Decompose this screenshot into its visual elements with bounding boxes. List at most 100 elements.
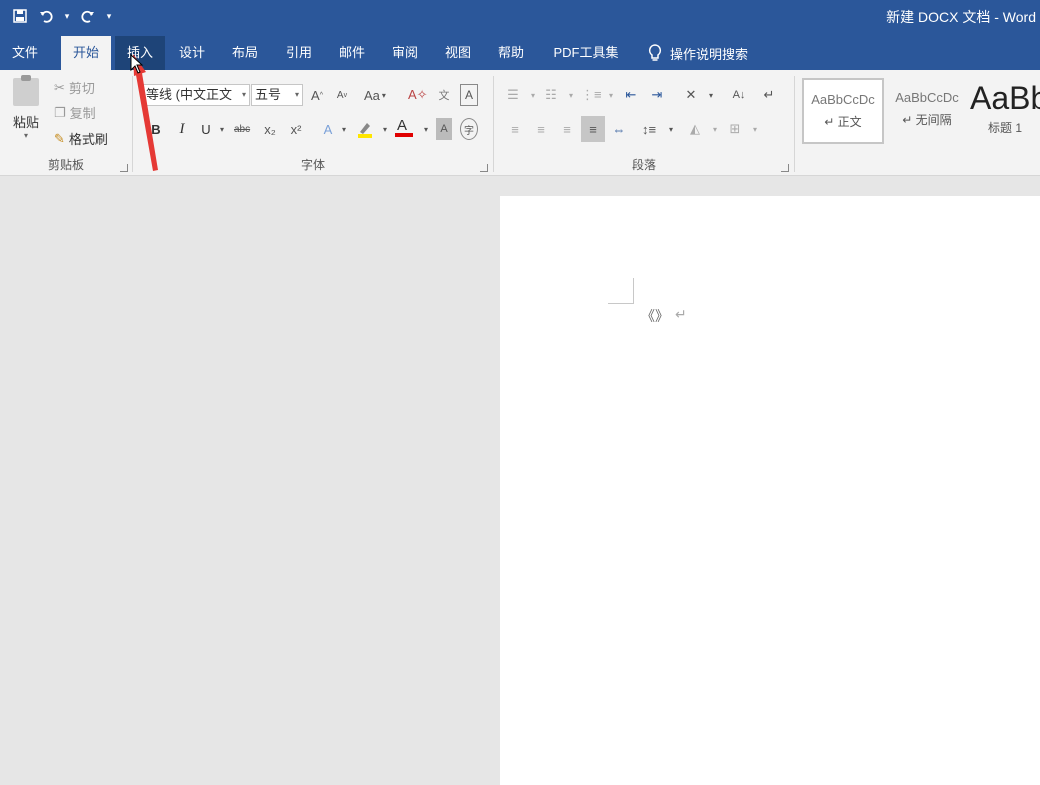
shading-icon[interactable]: ◭ — [687, 118, 703, 140]
line-spacing-dropdown-icon[interactable]: ▾ — [663, 118, 679, 140]
format-painter-button[interactable]: ✎ 格式刷 — [54, 129, 108, 148]
document-text[interactable]: 《》 ↵ — [641, 306, 687, 326]
style-sample: AaBb — [970, 80, 1040, 116]
undo-dropdown-icon[interactable]: ▾ — [62, 6, 72, 26]
borders-dropdown-icon[interactable]: ▾ — [747, 118, 763, 140]
phonetic-guide-icon[interactable]: 文 — [436, 84, 452, 106]
quick-access-toolbar: ▾ ▾ — [10, 6, 114, 26]
character-shading-icon[interactable]: A — [436, 118, 452, 140]
tab-review[interactable]: 审阅 — [381, 36, 429, 70]
font-size-combobox[interactable]: 五号 ▾ — [251, 84, 303, 106]
tab-pdf-tools[interactable]: PDF工具集 — [543, 36, 629, 70]
numbering-icon[interactable]: ☷ — [543, 84, 559, 106]
paragraph-launcher-icon[interactable] — [781, 164, 789, 172]
shrink-font-button[interactable]: Av — [334, 84, 350, 106]
sort-icon[interactable]: A↓ — [731, 84, 747, 106]
group-divider — [794, 76, 795, 172]
customize-qat-icon[interactable]: ▾ — [104, 6, 114, 26]
highlight-dropdown-icon[interactable]: ▾ — [377, 118, 393, 140]
font-color-dropdown-icon[interactable]: ▾ — [418, 118, 434, 140]
tab-file[interactable]: 文件 — [0, 36, 50, 70]
chinese-layout-dropdown-icon[interactable]: ▾ — [703, 84, 719, 106]
paste-button[interactable]: 粘贴 ▾ — [8, 75, 44, 140]
title-bar: ▾ ▾ 新建 DOCX 文档 - Word — [0, 0, 1040, 33]
font-size-value: 五号 — [255, 87, 282, 102]
numbering-dropdown-icon[interactable]: ▾ — [563, 84, 579, 106]
tab-references[interactable]: 引用 — [275, 36, 323, 70]
clear-formatting-icon[interactable]: A✧ — [408, 84, 428, 106]
character-border-icon[interactable]: A — [460, 84, 478, 106]
undo-icon[interactable] — [36, 6, 56, 26]
tab-design[interactable]: 设计 — [168, 36, 216, 70]
multilevel-list-icon[interactable]: ⋮≡ — [581, 84, 602, 106]
underline-button[interactable]: U — [198, 118, 214, 140]
clipboard-group: 粘贴 ▾ ✂ 剪切 ❐ 复制 ✎ 格式刷 剪贴板 — [0, 70, 132, 176]
tab-home[interactable]: 开始 — [61, 36, 111, 70]
scissors-icon: ✂ — [54, 79, 65, 95]
style-sample: AaBbCcDc — [895, 90, 959, 105]
tab-layout[interactable]: 布局 — [221, 36, 269, 70]
style-normal[interactable]: AaBbCcDc ↵ 正文 — [802, 78, 884, 144]
borders-icon[interactable]: ⊞ — [727, 118, 743, 140]
italic-button[interactable]: I — [174, 118, 190, 140]
highlight-color-icon[interactable] — [356, 118, 374, 140]
svg-text:A: A — [397, 117, 407, 134]
text-effects-icon[interactable]: A — [320, 118, 336, 140]
paste-label: 粘贴 — [12, 115, 39, 130]
text-effects-dropdown-icon[interactable]: ▾ — [336, 118, 352, 140]
clipboard-group-label: 剪贴板 — [47, 158, 84, 172]
superscript-button[interactable]: x² — [288, 118, 304, 140]
change-case-label: Aa — [364, 87, 380, 103]
paragraph-group-label: 段落 — [631, 158, 656, 172]
font-launcher-icon[interactable] — [480, 164, 488, 172]
document-page[interactable]: 《》 ↵ — [500, 196, 1040, 785]
tell-me-label: 操作说明搜索 — [670, 46, 749, 62]
style-heading-1[interactable]: AaBb 标题 1 — [970, 78, 1040, 144]
grow-font-button[interactable]: A ^ — [309, 84, 325, 106]
tell-me-search[interactable]: 操作说明搜索 — [648, 36, 748, 70]
multilevel-dropdown-icon[interactable]: ▾ — [603, 84, 619, 106]
bullets-dropdown-icon[interactable]: ▾ — [525, 84, 541, 106]
redo-icon[interactable] — [78, 6, 98, 26]
increase-indent-icon[interactable]: ⇥ — [649, 84, 665, 106]
font-color-icon[interactable]: A — [394, 116, 414, 138]
shading-dropdown-icon[interactable]: ▾ — [707, 118, 723, 140]
paragraph-group: ☰ ▾ ☷ ▾ ⋮≡ ▾ ⇤ ⇥ ✕ ▾ A↓ ↵ ≡ ≡ ≡ ≡ ⇔ ↕≡ ▾… — [495, 70, 793, 176]
decrease-indent-icon[interactable]: ⇤ — [623, 84, 639, 106]
underline-dropdown-icon[interactable]: ▾ — [214, 118, 230, 140]
line-spacing-icon[interactable]: ↕≡ — [641, 118, 657, 140]
change-case-button[interactable]: Aa ▾ — [364, 84, 386, 106]
align-right-icon[interactable]: ≡ — [559, 118, 575, 140]
justify-icon[interactable]: ≡ — [581, 116, 605, 142]
chinese-layout-icon[interactable]: ✕ — [683, 84, 699, 106]
lightbulb-icon — [648, 44, 662, 61]
tab-view[interactable]: 视图 — [434, 36, 482, 70]
copy-button[interactable]: ❐ 复制 — [54, 103, 96, 122]
subscript-button[interactable]: x₂ — [262, 118, 278, 140]
strikethrough-button[interactable]: abc — [234, 118, 250, 140]
clipboard-launcher-icon[interactable] — [120, 164, 128, 172]
save-icon[interactable] — [10, 6, 30, 26]
enclose-characters-icon[interactable]: 字 — [460, 118, 478, 140]
align-left-icon[interactable]: ≡ — [507, 118, 523, 140]
style-name: ↵ 正文 — [824, 115, 862, 129]
paragraph-mark: ↵ — [675, 306, 687, 322]
document-area[interactable]: 《》 ↵ — [0, 177, 1040, 785]
tab-mailings[interactable]: 邮件 — [328, 36, 376, 70]
chevron-down-icon: ▾ — [241, 90, 246, 99]
align-center-icon[interactable]: ≡ — [533, 118, 549, 140]
document-title: 新建 DOCX 文档 - Word — [886, 9, 1036, 25]
show-marks-icon[interactable]: ↵ — [761, 84, 777, 106]
distributed-icon[interactable]: ⇔ — [611, 118, 627, 140]
bullets-icon[interactable]: ☰ — [505, 84, 521, 106]
group-divider — [493, 76, 494, 172]
chevron-down-icon: ▾ — [294, 90, 299, 99]
cut-label: 剪切 — [68, 81, 95, 96]
chevron-down-icon: ▾ — [23, 131, 28, 140]
clipboard-icon — [13, 75, 39, 106]
cut-button[interactable]: ✂ 剪切 — [54, 78, 95, 97]
style-name: ↵ 无间隔 — [902, 113, 952, 127]
tab-help[interactable]: 帮助 — [487, 36, 535, 70]
copy-icon: ❐ — [54, 104, 66, 120]
style-no-spacing[interactable]: AaBbCcDc ↵ 无间隔 — [886, 78, 968, 144]
